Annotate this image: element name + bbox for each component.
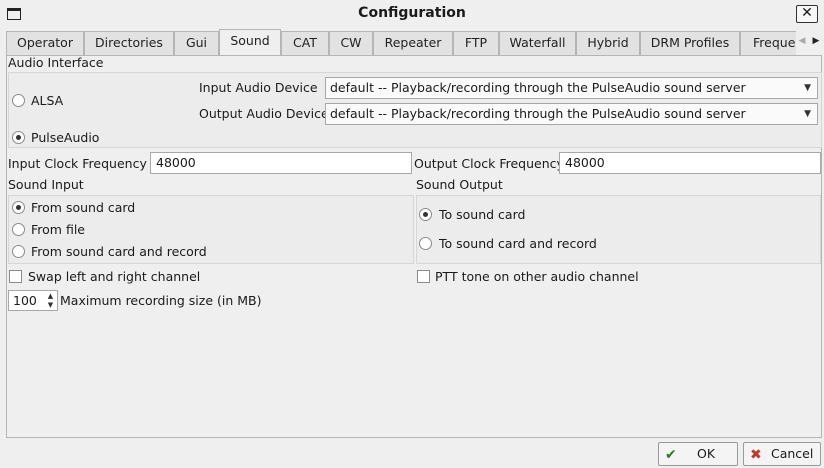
tab-bar: Operator Directories Gui Sound CAT CW Re… [6,29,796,55]
output-audio-device-label: Output Audio Device [199,106,329,121]
sound-input-label: Sound Input [8,177,84,192]
max-recording-label: Maximum recording size (in MB) [60,293,262,308]
spin-up-icon[interactable]: ▲ [45,292,56,301]
tab-cat[interactable]: CAT [281,31,329,55]
output-clock-frequency-field[interactable]: 48000 [559,152,821,174]
sound-output-group [416,195,821,264]
swap-channel-label: Swap left and right channel [28,269,201,284]
dropdown-arrow-icon: ▼ [804,109,811,119]
to-sound-card-and-record-label: To sound card and record [439,236,597,251]
alsa-radio[interactable] [12,94,25,107]
output-clock-frequency-label: Output Clock Frequency [414,156,564,171]
cancel-x-icon: ✖ [750,447,762,463]
tab-sound[interactable]: Sound [219,29,281,55]
tab-frequencies[interactable]: Freque [740,31,796,55]
input-audio-device-label: Input Audio Device [199,80,318,95]
tab-cw[interactable]: CW [329,31,373,55]
close-button[interactable]: ✕ [796,5,818,23]
to-sound-card-label: To sound card [439,207,526,222]
tab-directories[interactable]: Directories [84,31,174,55]
from-sound-card-and-record-label: From sound card and record [31,244,207,259]
max-recording-spinbox[interactable]: 100 ▲ ▼ [8,290,58,311]
alsa-label: ALSA [31,93,64,108]
cancel-button[interactable]: ✖ Cancel [743,442,821,466]
window-title: Configuration [358,5,466,21]
audio-interface-label: Audio Interface [8,55,104,70]
ok-check-icon: ✔ [665,447,677,463]
from-sound-card-radio[interactable] [12,201,25,214]
to-sound-card-radio[interactable] [419,208,432,221]
output-audio-device-value: default -- Playback/recording through th… [330,106,746,121]
input-clock-frequency-field[interactable]: 48000 [150,152,412,174]
tab-drm-profiles[interactable]: DRM Profiles [640,31,740,55]
tab-scroll-right-icon[interactable]: ▶ [809,31,823,51]
ptt-tone-checkbox[interactable] [417,270,430,283]
ok-label: OK [697,446,716,461]
max-recording-value: 100 [13,293,37,308]
tab-waterfall[interactable]: Waterfall [499,31,576,55]
ptt-tone-label: PTT tone on other audio channel [435,269,639,284]
close-icon: ✕ [801,5,813,21]
from-sound-card-label: From sound card [31,200,136,215]
cancel-label: Cancel [771,446,814,461]
tab-ftp[interactable]: FTP [453,31,499,55]
from-file-radio[interactable] [12,223,25,236]
tab-scroll-left-icon[interactable]: ◀ [795,31,809,51]
ok-button[interactable]: ✔ OK [658,442,738,466]
from-file-label: From file [31,222,85,237]
to-sound-card-and-record-radio[interactable] [419,237,432,250]
sound-output-label: Sound Output [416,177,503,192]
tab-hybrid[interactable]: Hybrid [576,31,640,55]
dropdown-arrow-icon: ▼ [804,83,811,93]
input-audio-device-select[interactable]: default -- Playback/recording through th… [325,77,818,99]
swap-channel-checkbox[interactable] [9,270,22,283]
input-clock-frequency-label: Input Clock Frequency [8,156,147,171]
pulseaudio-label: PulseAudio [31,130,100,145]
pulseaudio-radio[interactable] [12,131,25,144]
from-sound-card-and-record-radio[interactable] [12,245,25,258]
tab-repeater[interactable]: Repeater [373,31,453,55]
input-audio-device-value: default -- Playback/recording through th… [330,80,746,95]
tab-gui[interactable]: Gui [174,31,219,55]
spin-down-icon[interactable]: ▼ [45,301,56,310]
output-audio-device-select[interactable]: default -- Playback/recording through th… [325,103,818,125]
tab-operator[interactable]: Operator [6,31,84,55]
